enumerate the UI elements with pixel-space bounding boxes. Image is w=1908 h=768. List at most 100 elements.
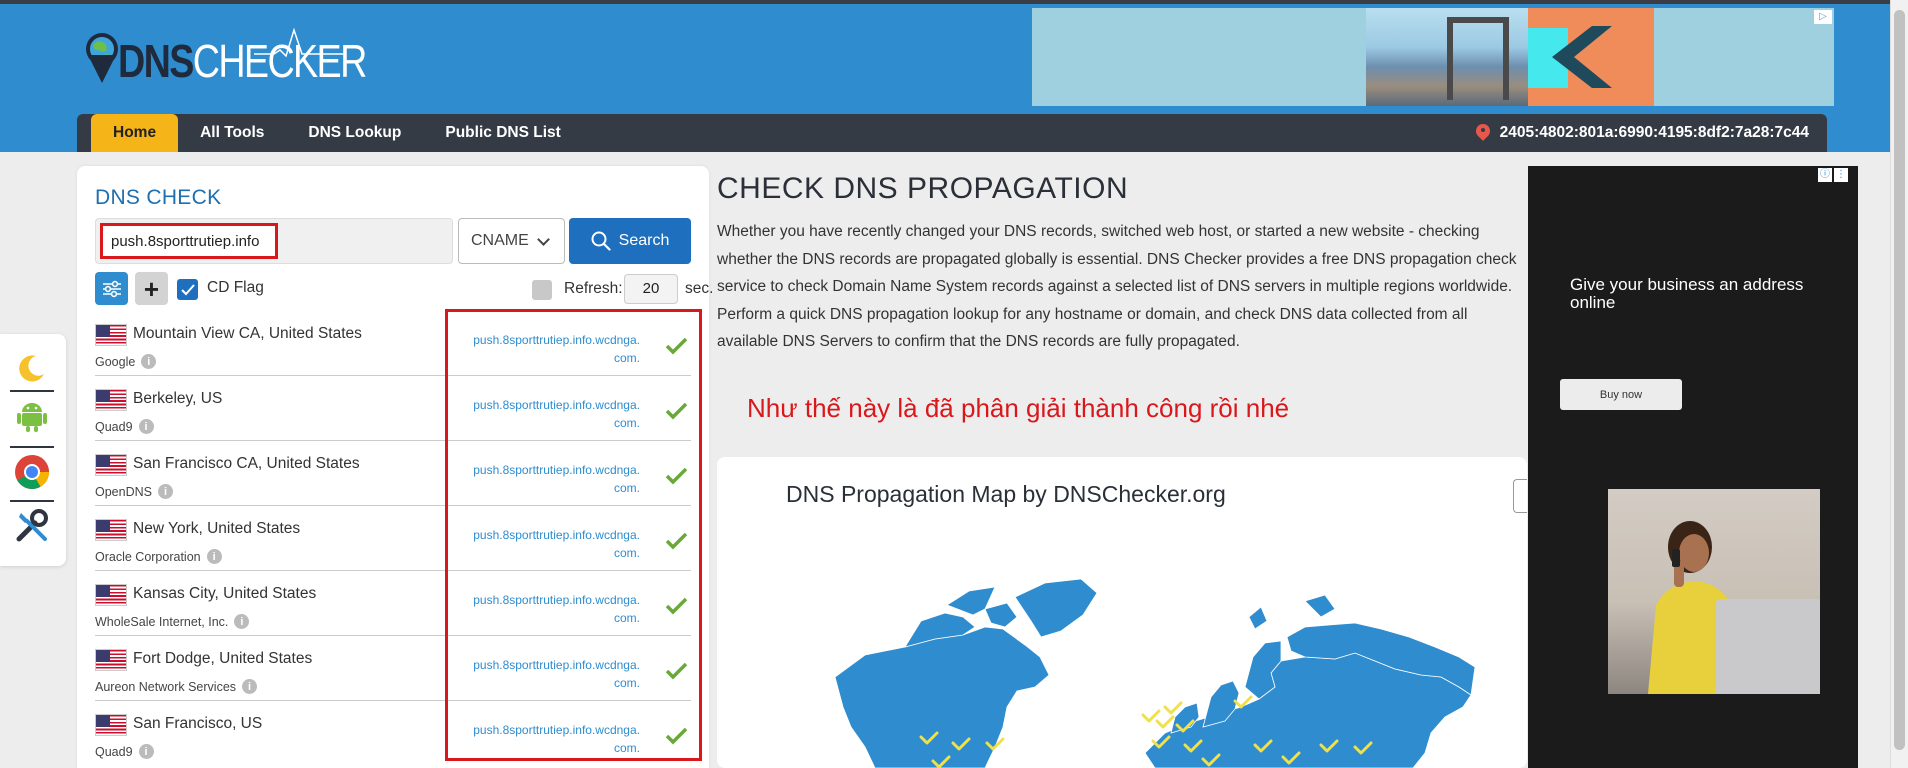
refresh-label: Refresh: bbox=[564, 280, 623, 297]
info-icon[interactable]: i bbox=[206, 549, 222, 564]
results-list: Mountain View CA, United States Google i … bbox=[95, 311, 691, 766]
refresh-interval-input[interactable]: 20 bbox=[624, 274, 678, 304]
tools-icon[interactable] bbox=[12, 506, 52, 546]
ad-frame-graphic bbox=[1447, 17, 1509, 100]
info-icon[interactable]: i bbox=[234, 614, 250, 629]
result-value[interactable]: push.8sporttrutiep.info.wcdnga. com. bbox=[450, 331, 640, 367]
ip-address: 2405:4802:801a:6990:4195:8df2:7a28:7c44 bbox=[1499, 124, 1809, 141]
refresh-unit: sec. bbox=[685, 280, 714, 297]
map-toggle-button[interactable] bbox=[1513, 479, 1527, 513]
result-value[interactable]: push.8sporttrutiep.info.wcdnga. com. bbox=[450, 461, 640, 497]
result-value[interactable]: push.8sporttrutiep.info.wcdnga. com. bbox=[450, 526, 640, 562]
moon-icon[interactable] bbox=[12, 348, 52, 388]
nav-all-tools[interactable]: All Tools bbox=[178, 114, 286, 152]
result-value-line2: com. bbox=[613, 611, 640, 625]
result-row: Kansas City, United States WholeSale Int… bbox=[95, 571, 691, 636]
chrome-icon[interactable] bbox=[12, 452, 52, 492]
page-title: CHECK DNS PROPAGATION bbox=[717, 172, 1129, 205]
chevron-down-icon bbox=[537, 233, 550, 246]
search-icon bbox=[591, 231, 611, 251]
nav-dns-lookup[interactable]: DNS Lookup bbox=[286, 114, 423, 152]
ad-k-logo-icon bbox=[1552, 26, 1612, 88]
search-button-label: Search bbox=[618, 232, 670, 249]
dnschecker-logo[interactable]: DNSCHECKER bbox=[84, 28, 420, 92]
server-provider: Quad9 i bbox=[95, 419, 154, 434]
ad-info-icon[interactable]: ⓘ bbox=[1818, 168, 1832, 182]
visitor-ip: 2405:4802:801a:6990:4195:8df2:7a28:7c44 bbox=[1476, 114, 1809, 152]
result-value-line2: com. bbox=[613, 676, 640, 690]
ad-photo bbox=[1608, 489, 1820, 694]
top-ad-banner[interactable]: ▷ bbox=[1032, 8, 1834, 106]
heartbeat-icon bbox=[254, 28, 344, 58]
success-check-icon bbox=[665, 727, 688, 745]
success-check-icon bbox=[665, 467, 688, 485]
side-toolbar bbox=[0, 334, 66, 566]
info-icon[interactable]: i bbox=[242, 679, 258, 694]
result-row: New York, United States Oracle Corporati… bbox=[95, 506, 691, 571]
provider-name: Aureon Network Services bbox=[95, 679, 237, 694]
provider-name: Google bbox=[95, 354, 136, 369]
checkmark-icon bbox=[180, 283, 195, 295]
ad-menu-icon[interactable]: ⋮ bbox=[1834, 168, 1848, 182]
world-map[interactable] bbox=[835, 557, 1475, 768]
result-value-line2: com. bbox=[613, 481, 640, 495]
nav-public-dns-list[interactable]: Public DNS List bbox=[423, 114, 582, 152]
result-value-line1: push.8sporttrutiep.info.wcdnga. bbox=[473, 723, 640, 737]
refresh-checkbox[interactable] bbox=[532, 280, 552, 300]
success-check-icon bbox=[665, 337, 688, 355]
result-value[interactable]: push.8sporttrutiep.info.wcdnga. com. bbox=[450, 656, 640, 692]
provider-name: Quad9 bbox=[95, 419, 133, 434]
info-icon[interactable]: i bbox=[138, 744, 154, 759]
cd-flag-checkbox[interactable] bbox=[177, 279, 198, 300]
ad-badges: ⓘ ⋮ bbox=[1818, 168, 1848, 182]
scrollbar-thumb[interactable] bbox=[1894, 10, 1905, 750]
sidebar-ad[interactable]: ⓘ ⋮ Give your business an address online… bbox=[1528, 166, 1858, 768]
server-location: Berkeley, US bbox=[133, 390, 223, 407]
adchoices-icon[interactable]: ▷ bbox=[1814, 10, 1832, 24]
nav-home[interactable]: Home bbox=[91, 114, 179, 152]
server-location: New York, United States bbox=[133, 520, 301, 537]
result-value-line1: push.8sporttrutiep.info.wcdnga. bbox=[473, 333, 640, 347]
tool-divider bbox=[10, 390, 54, 392]
result-row: Mountain View CA, United States Google i … bbox=[95, 311, 691, 376]
result-row: San Francisco, US Quad9 i push.8sporttrut… bbox=[95, 701, 691, 766]
us-flag-icon bbox=[95, 649, 127, 671]
cd-flag-label: CD Flag bbox=[207, 279, 264, 296]
result-value[interactable]: push.8sporttrutiep.info.wcdnga. com. bbox=[450, 721, 640, 757]
sliders-icon bbox=[102, 280, 121, 297]
result-value-line1: push.8sporttrutiep.info.wcdnga. bbox=[473, 463, 640, 477]
main-nav: Home All Tools DNS Lookup Public DNS Lis… bbox=[77, 114, 1827, 152]
plus-icon: + bbox=[143, 273, 160, 304]
tool-divider bbox=[10, 500, 54, 502]
settings-sliders-button[interactable] bbox=[95, 272, 128, 305]
server-provider: WholeSale Internet, Inc. i bbox=[95, 614, 250, 629]
us-flag-icon bbox=[95, 454, 127, 476]
propagation-map-card: DNS Propagation Map by DNSChecker.org bbox=[717, 457, 1527, 768]
info-icon[interactable]: i bbox=[141, 354, 157, 369]
record-type-select[interactable]: CNAME bbox=[458, 218, 565, 264]
map-title: DNS Propagation Map by DNSChecker.org bbox=[786, 481, 1226, 507]
result-value[interactable]: push.8sporttrutiep.info.wcdnga. com. bbox=[450, 591, 640, 627]
us-flag-icon bbox=[95, 584, 127, 606]
domain-search-box bbox=[95, 218, 453, 264]
result-value[interactable]: push.8sporttrutiep.info.wcdnga. com. bbox=[450, 396, 640, 432]
ad-buy-now-button[interactable]: Buy now bbox=[1560, 379, 1682, 410]
info-icon[interactable]: i bbox=[138, 419, 154, 434]
info-icon[interactable]: i bbox=[157, 484, 173, 499]
server-location: San Francisco, US bbox=[133, 715, 263, 732]
server-location: Kansas City, United States bbox=[133, 585, 317, 602]
options-row: + CD Flag Refresh: 20 sec. bbox=[95, 272, 713, 306]
dns-check-panel: DNS CHECK CNAME Search + CD Flag Refresh… bbox=[77, 166, 713, 768]
result-value-line2: com. bbox=[613, 351, 640, 365]
location-pin-icon bbox=[1476, 124, 1490, 142]
search-button[interactable]: Search bbox=[569, 218, 691, 264]
record-type-value: CNAME bbox=[471, 232, 529, 249]
server-provider: Quad9 i bbox=[95, 744, 154, 759]
domain-input[interactable] bbox=[100, 223, 278, 259]
page-scrollbar[interactable] bbox=[1890, 0, 1908, 768]
add-server-button[interactable]: + bbox=[135, 272, 168, 305]
us-flag-icon bbox=[95, 714, 127, 736]
us-flag-icon bbox=[95, 324, 127, 346]
android-icon[interactable] bbox=[12, 396, 52, 436]
annotation-note: Như thế này là đã phân giải thành công r… bbox=[747, 393, 1290, 423]
